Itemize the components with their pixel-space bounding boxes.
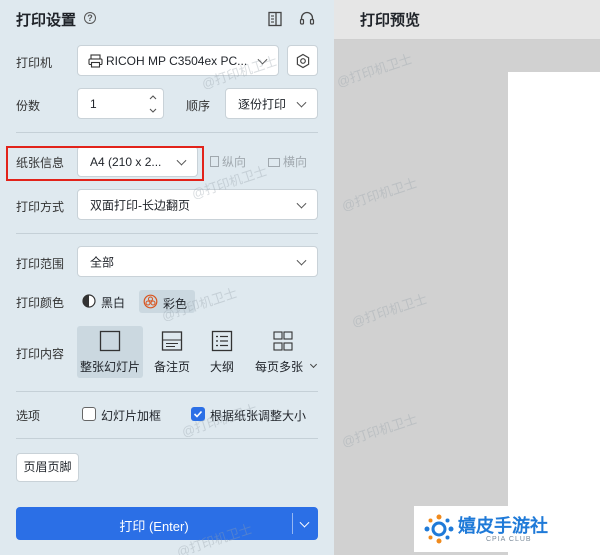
chevron-down-icon — [296, 255, 307, 266]
header-footer-label: 页眉页脚 — [23, 460, 72, 474]
content-label: 打印内容 — [16, 347, 65, 361]
content-option-multi[interactable]: 每页多张 — [247, 326, 319, 378]
chevron-down-icon[interactable] — [299, 517, 310, 528]
settings-title: 打印设置 — [16, 12, 77, 29]
headset-icon[interactable] — [298, 10, 316, 28]
color-label: 打印颜色 — [16, 296, 65, 310]
copies-label: 份数 — [16, 99, 41, 113]
panel-icon[interactable] — [266, 10, 284, 28]
bw-label: 黑白 — [101, 296, 126, 310]
color-bw-option[interactable]: 黑白 — [80, 290, 132, 312]
copies-stepper[interactable]: 1 — [77, 88, 164, 119]
chevron-down-icon — [257, 54, 268, 65]
content-option-label: 每页多张 — [255, 360, 304, 374]
settings-icon — [296, 53, 310, 69]
divider — [16, 132, 318, 133]
mode-label: 打印方式 — [16, 200, 65, 214]
range-value: 全部 — [90, 255, 115, 269]
range-select[interactable]: 全部 — [77, 246, 318, 277]
content-option-outline[interactable]: 大纲 — [189, 326, 255, 378]
portrait-label: 纵向 — [222, 155, 247, 169]
divider — [16, 233, 318, 234]
chevron-down-icon — [296, 97, 307, 108]
copies-value: 1 — [90, 96, 97, 111]
landscape-page-icon — [268, 158, 280, 167]
print-button[interactable]: 打印 (Enter) — [16, 507, 318, 540]
frame-checkbox[interactable] — [82, 407, 96, 421]
divider — [292, 513, 293, 534]
printer-settings-button[interactable] — [287, 45, 318, 76]
chevron-down-icon — [296, 198, 307, 209]
checkbox-icon — [193, 410, 203, 418]
printer-value: RICOH MP C3504ex PC... — [106, 53, 248, 68]
order-label: 顺序 — [186, 99, 211, 113]
printer-label: 打印机 — [16, 56, 53, 70]
landscape-option[interactable]: 横向 — [268, 153, 307, 170]
print-button-label: 打印 (Enter) — [119, 519, 189, 534]
outline-icon — [211, 330, 233, 352]
color-palette-icon — [143, 294, 158, 309]
bw-icon — [82, 294, 96, 308]
options-label: 选项 — [16, 409, 41, 423]
frame-label: 幻灯片加框 — [101, 409, 162, 423]
fit-checkbox[interactable] — [191, 407, 205, 421]
preview-header: 打印预览 — [334, 0, 600, 40]
color-color-option[interactable]: 彩色 — [139, 290, 195, 313]
printer-icon — [88, 54, 103, 68]
help-icon[interactable]: ? — [84, 12, 96, 24]
content-option-label: 大纲 — [209, 360, 234, 374]
header-footer-button[interactable]: 页眉页脚 — [16, 453, 79, 482]
notes-icon — [161, 331, 183, 351]
logo-text: 嬉皮手游社 — [458, 516, 548, 536]
content-option-slide[interactable]: 整张幻灯片 — [77, 326, 143, 378]
site-logo: 嬉皮手游社 CPIA CLUB — [414, 506, 594, 552]
color-label-text: 彩色 — [163, 297, 188, 311]
print-preview-pane: 打印预览 — [334, 0, 600, 555]
portrait-page-icon — [210, 156, 219, 167]
highlight-box — [6, 146, 204, 181]
stepper-arrows-icon[interactable] — [149, 93, 157, 115]
preview-title: 打印预览 — [360, 12, 421, 29]
printer-select[interactable]: RICOH MP C3504ex PC... — [77, 45, 279, 76]
divider — [16, 391, 318, 392]
landscape-label: 横向 — [283, 155, 308, 169]
logo-subtext: CPIA CLUB — [486, 536, 532, 543]
divider — [16, 438, 318, 439]
preview-page — [508, 72, 600, 555]
mode-value: 双面打印-长边翻页 — [90, 198, 190, 212]
range-label: 打印范围 — [16, 257, 65, 271]
print-settings-panel: 打印设置 ? 打印机 RICOH MP C3504ex PC... 份数 1 顺… — [0, 0, 334, 555]
content-option-label: 整张幻灯片 — [79, 360, 140, 374]
logo-icon — [424, 514, 454, 544]
multi-page-icon — [273, 331, 293, 351]
order-select[interactable]: 逐份打印 — [225, 88, 318, 119]
order-value: 逐份打印 — [238, 97, 287, 111]
fit-label: 根据纸张调整大小 — [210, 409, 307, 423]
portrait-option[interactable]: 纵向 — [210, 153, 246, 170]
mode-select[interactable]: 双面打印-长边翻页 — [77, 189, 318, 220]
slide-icon — [99, 330, 121, 352]
